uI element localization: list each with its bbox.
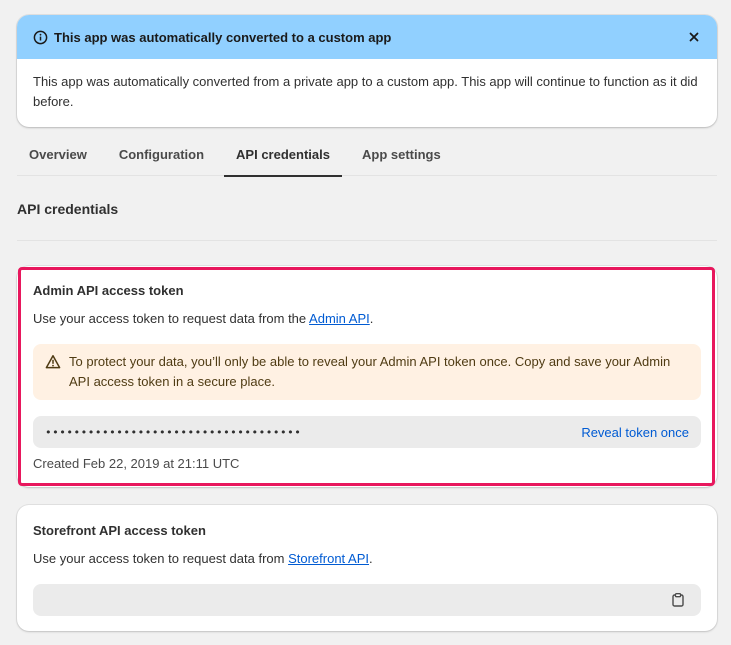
tab-configuration[interactable]: Configuration — [119, 132, 204, 176]
storefront-card-title: Storefront API access token — [33, 523, 206, 538]
admin-desc-text: Use your access token to request data fr… — [33, 311, 310, 326]
banner-body: This app was automatically converted fro… — [33, 74, 698, 109]
close-icon[interactable] — [685, 28, 703, 46]
banner-header: This app was automatically converted to … — [17, 15, 717, 59]
divider — [17, 240, 717, 241]
created-timestamp: Created Feb 22, 2019 at 21:11 UTC — [33, 456, 240, 471]
storefront-desc-suffix: . — [369, 551, 373, 566]
storefront-token-field[interactable] — [33, 584, 701, 616]
storefront-desc-text: Use your access token to request data fr… — [33, 551, 289, 566]
warning-text: To protect your data, you’ll only be abl… — [69, 354, 671, 389]
admin-token-field[interactable]: •••••••••••••••••••••••••••••••••••• Rev… — [33, 416, 701, 448]
clipboard-icon[interactable] — [671, 592, 685, 608]
banner-title: This app was automatically converted to … — [54, 29, 392, 45]
info-icon — [32, 29, 48, 45]
warning-icon — [45, 354, 61, 370]
tab-api-credentials[interactable]: API credentials — [224, 132, 342, 177]
info-banner: This app was automatically converted to … — [17, 15, 717, 127]
admin-card-description: Use your access token to request data fr… — [33, 311, 373, 326]
storefront-api-link[interactable]: Storefront API — [288, 551, 369, 566]
storefront-card-description: Use your access token to request data fr… — [33, 551, 373, 566]
admin-token-masked: •••••••••••••••••••••••••••••••••••• — [45, 425, 302, 439]
admin-api-link[interactable]: Admin API — [309, 311, 370, 326]
tab-app-settings[interactable]: App settings — [350, 132, 453, 176]
warning-banner: To protect your data, you’ll only be abl… — [33, 344, 701, 400]
section-title: API credentials — [17, 201, 119, 217]
tab-overview[interactable]: Overview — [29, 132, 87, 176]
admin-desc-suffix: . — [369, 311, 374, 326]
storefront-token-card: Storefront API access token Use your acc… — [17, 505, 717, 631]
admin-token-card: Admin API access token Use your access t… — [17, 266, 717, 487]
reveal-token-button[interactable]: Reveal token once — [581, 425, 689, 440]
admin-card-title: Admin API access token — [33, 283, 184, 298]
tab-bar: Overview Configuration API credentials A… — [17, 132, 717, 177]
